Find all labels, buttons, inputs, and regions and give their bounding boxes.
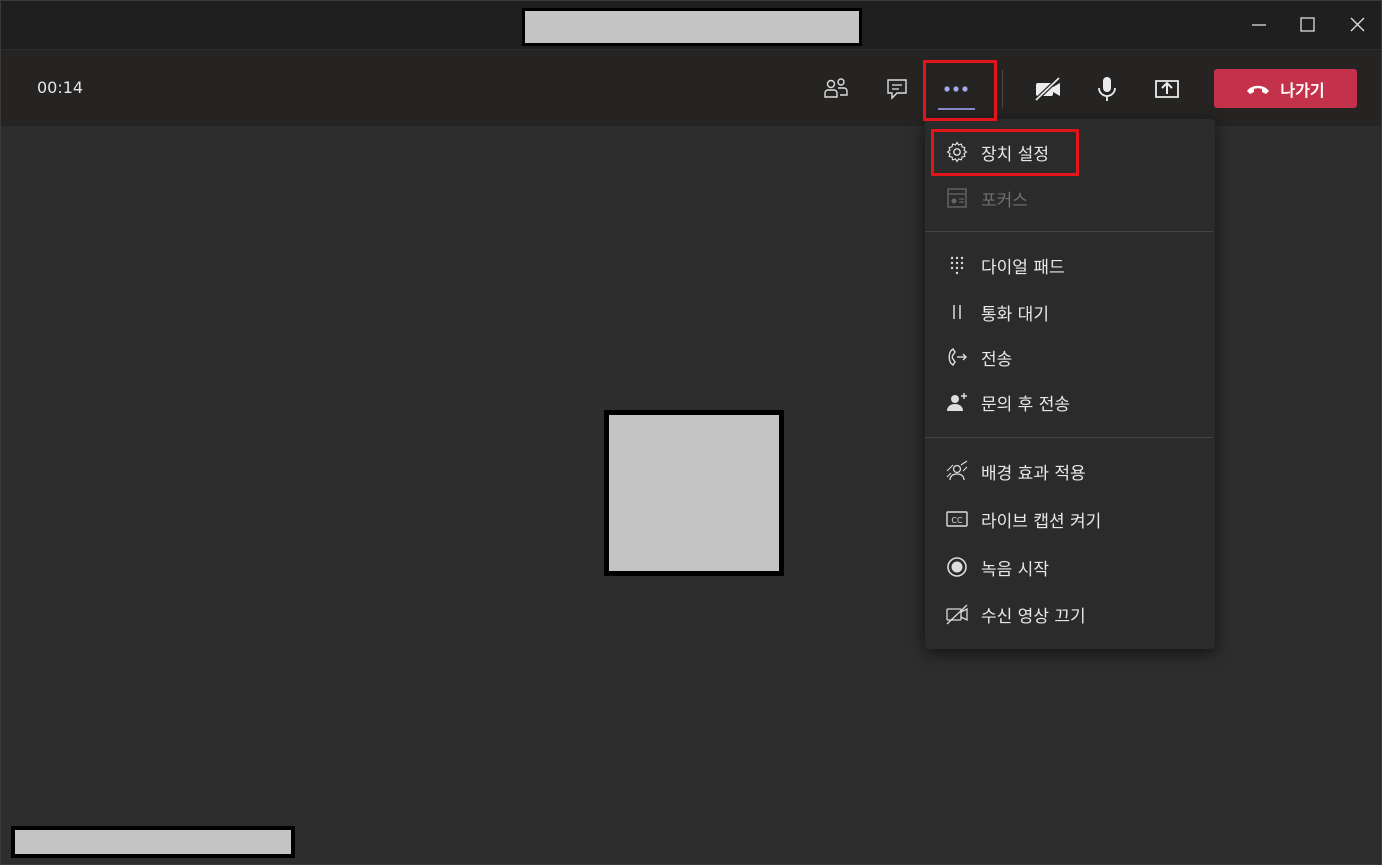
gear-icon [945,140,969,164]
more-actions-menu: 장치 설정 포커스 다이얼 패드 통화 대기 전송 문의 후 전송 배경 효과 … [925,119,1215,649]
camera-toggle-button[interactable] [1028,69,1068,109]
call-toolbar: 00:14 나가기 [1,50,1381,126]
share-screen-button[interactable] [1147,69,1187,109]
microphone-icon [1098,77,1116,101]
call-timer: 00:14 [37,78,84,97]
transfer-icon [945,345,969,369]
menu-item-label: 배경 효과 적용 [981,463,1086,484]
svg-text:CC: CC [951,516,963,525]
leave-button[interactable]: 나가기 [1214,69,1357,108]
menu-item-device-settings[interactable]: 장치 설정 [925,132,1215,172]
menu-divider [925,437,1213,438]
menu-item-label: 문의 후 전송 [981,394,1071,415]
consult-transfer-icon [945,390,969,414]
menu-item-label: 통화 대기 [981,304,1049,325]
redacted-title [522,8,862,46]
menu-item-label: 포커스 [981,190,1028,211]
dialpad-icon [945,253,969,277]
redacted-avatar [604,410,784,576]
menu-item-turn-off-incoming-video[interactable]: 수신 영상 끄기 [925,594,1215,634]
teams-call-window: 00:14 나가기 장치 설정 포커스 다이얼 패드 통화 대기 전송 문의 후… [0,0,1382,865]
menu-item-dial-pad[interactable]: 다이얼 패드 [925,245,1215,285]
more-actions-icon [944,86,968,92]
pause-icon [945,300,969,324]
close-icon[interactable] [1343,11,1371,39]
hang-up-icon [1247,85,1270,94]
maximize-icon[interactable] [1293,11,1321,39]
more-actions-button[interactable] [936,69,976,109]
redacted-participant-name [11,826,295,858]
menu-item-consult-transfer[interactable]: 문의 후 전송 [925,382,1215,422]
menu-item-label: 수신 영상 끄기 [981,606,1086,627]
menu-divider [925,231,1213,232]
leave-label: 나가기 [1280,80,1325,100]
share-screen-icon [1155,80,1179,98]
menu-item-start-recording[interactable]: 녹음 시작 [925,547,1215,587]
camera-off-icon [1034,76,1061,102]
chat-button[interactable] [877,69,917,109]
background-effects-icon [945,459,969,483]
menu-item-label: 라이브 캡션 켜기 [981,511,1102,532]
chat-icon [887,79,907,100]
participants-icon [824,78,848,98]
menu-item-transfer[interactable]: 전송 [925,337,1215,377]
menu-item-label: 다이얼 패드 [981,257,1065,278]
menu-item-background-effects[interactable]: 배경 효과 적용 [925,451,1215,491]
toolbar-divider [1002,70,1003,108]
participants-button[interactable] [816,69,856,109]
minimize-icon[interactable] [1245,11,1273,39]
menu-item-label: 녹음 시작 [981,559,1049,580]
active-indicator [938,108,975,110]
menu-item-focus: 포커스 [925,178,1215,218]
microphone-button[interactable] [1087,69,1127,109]
focus-icon [945,186,969,210]
menu-item-live-captions[interactable]: CC 라이브 캡션 켜기 [925,499,1215,539]
menu-item-hold[interactable]: 통화 대기 [925,292,1215,332]
menu-item-label: 전송 [981,349,1013,370]
video-off-icon [945,602,969,626]
cc-icon: CC [945,507,969,531]
menu-item-label: 장치 설정 [981,144,1049,165]
title-bar [1,1,1381,49]
record-icon [945,555,969,579]
